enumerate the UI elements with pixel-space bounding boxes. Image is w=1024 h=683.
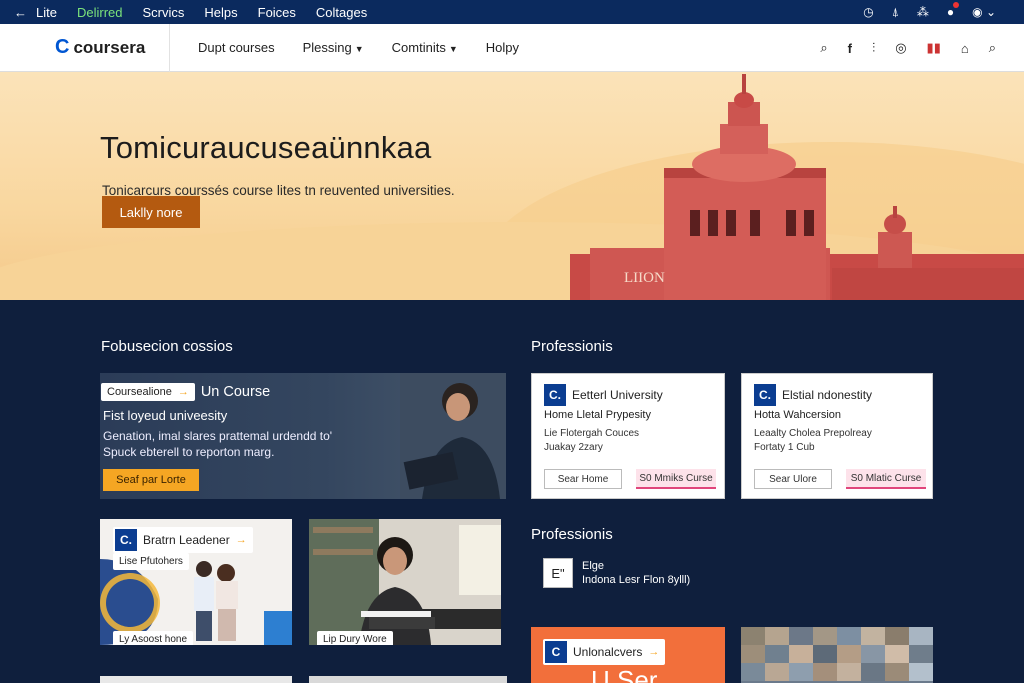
top-link-1[interactable]: Lite [36,5,57,20]
nav-label: Comtinits [391,40,446,55]
sear-more-button[interactable]: Sear Ulore [754,469,832,489]
nav-label: Dupt courses [198,40,275,55]
nav-item-comtinits[interactable]: Comtinits ▼ [392,40,458,55]
course-pill[interactable]: Coursealione → [101,383,195,401]
notification-icon[interactable]: ● [947,2,960,19]
facebook-icon[interactable]: f [848,41,852,56]
chevron-down-icon: ▼ [354,44,364,54]
pill-label: Coursealione [107,386,172,398]
coursera-badge: C. [115,529,137,551]
professional-item[interactable]: E" Elge Indona Lesr Flon 8ylll) [543,558,690,588]
grid-icon[interactable]: ⁂ [917,5,929,19]
nav-item-holpy[interactable]: Holpy [486,40,519,55]
top-link-2[interactable]: Delirred [77,5,123,20]
university-line-1: Hotta Wahcersion [754,409,842,421]
coursera-badge: C [545,641,567,663]
professional-item-title: Elge [582,560,605,572]
next-card-edge [309,676,507,683]
university-card-header: C. Elstial ndonestity [754,384,872,406]
university-line-2b: Fortaty 1 Cub [754,442,815,453]
professional-item-text: Elge Indona Lesr Flon 8ylll) [582,559,690,587]
card-tag-label: Bratrn Leadener [143,533,230,547]
university-card-2[interactable]: C. Elstial ndonestity Hotta Wahcersion L… [741,373,933,499]
top-link-6[interactable]: Coltages [316,5,367,20]
section-title-left: Fobusecion cossios [101,338,233,355]
course-card-music[interactable]: Lip Dury Wore [309,519,501,645]
nav-item-courses[interactable]: Dupt courses [198,40,275,55]
course-link-button[interactable]: S0 Mmiks Curse [636,469,716,489]
student-with-keyboard-image [309,519,501,645]
top-link-5[interactable]: Foices [258,5,296,20]
course-card-leadership[interactable]: C. Bratrn Leadener → Lise Pfutohers Ly A… [100,519,292,645]
top-strip: ← Lite Delirred Scrvics Helps Foices Col… [0,0,1024,24]
university-building-illustration: LIION [570,74,1024,300]
logo-word: coursera [73,37,146,57]
accessibility-icon[interactable]: ⍋ [892,5,899,20]
hero-title: Tomicuraucuseaünnkaa [100,130,432,165]
feature-pill-title: Un Course [200,384,271,400]
course-card-orange[interactable]: C Unlonalcvers → U Ser [531,627,725,683]
stats-icon[interactable]: ▮▮ [927,40,941,56]
feature-description: Genation, imal slares prattemal urdendd … [103,429,333,459]
arrow-right-icon: → [648,646,660,658]
university-line-1: Home Lletal Prypesity [544,409,651,421]
top-link-3[interactable]: Scrvics [142,5,184,20]
top-link-4[interactable]: Helps [204,5,237,20]
site-header: C coursera Dupt courses Plessing ▼ Comtin… [0,23,1024,72]
university-card-1[interactable]: C. Eetterl University Home Lletal Prypes… [531,373,725,499]
top-icons: ◷ ⍋ ⁂ ● ◉ ⌄ [863,0,996,24]
university-line-2a: Leaalty Cholea Prepolreay [754,428,872,439]
coursera-logo[interactable]: C coursera [0,23,170,72]
sear-home-button[interactable]: Sear Home [544,469,622,489]
lock-icon[interactable]: ⌂ [961,41,969,56]
globe-icon[interactable]: ◎ [895,40,906,56]
search-icon[interactable]: ⌕ [989,40,996,56]
arrow-left-icon[interactable]: ← [14,5,36,20]
feature-header: Coursealione → Un Course [101,383,270,401]
building-sign: LIION [624,270,665,286]
university-line-2: Leaalty Cholea Prepolreay Fortaty 1 Cub [754,427,872,455]
nav-label: Holpy [485,40,520,55]
feature-title: Fist loyeud univeesity [103,408,228,423]
search-icon[interactable]: ⌕ [820,40,827,56]
card-tag: C Unlonalcvers → [543,639,666,665]
nav-item-plessing[interactable]: Plessing ▼ [303,40,364,55]
professional-item-subtitle: Indona Lesr Flon 8ylll) [582,574,691,586]
hero-banner: Tomicuraucuseaünnkaa Tonicarcurs courssé… [0,72,1024,300]
orange-card-headline: U Ser [591,665,658,683]
logo-mark: C [55,36,70,58]
university-line-2b: Juakay 2zary [544,442,603,453]
featured-course-card[interactable]: Coursealione → Un Course Fist loyeud univ… [100,373,506,499]
university-line-2a: Lie Flotergah Couces [544,428,640,439]
section-title-right-2: Professionis [531,526,613,543]
arrow-right-icon: → [235,534,247,546]
hero-cta-button[interactable]: Laklly nore [102,196,200,228]
document-icon: E" [543,558,573,588]
card-chip-top: Lise Pfutohers [113,553,189,570]
chart-icon[interactable]: ⫶ [872,40,875,56]
card-chip-bottom[interactable]: Lip Dury Wore [317,631,393,645]
next-card-edge [100,676,292,683]
card-tag-label: Unlonalcvers [573,645,643,659]
profile-icon[interactable]: ◉ ⌄ [972,5,996,19]
clock-icon[interactable]: ◷ [863,5,873,19]
university-card-header: C. Eetterl University [544,384,663,406]
coursera-badge: C. [544,384,566,406]
main-nav: Dupt courses Plessing ▼ Comtinits ▼ Holpy [198,40,519,55]
nav-label: Plessing [302,40,352,55]
university-name: Eetterl University [572,388,663,402]
university-line-2: Lie Flotergah Couces Juakay 2zary [544,427,639,455]
chevron-down-icon: ▼ [448,44,458,54]
course-link-button[interactable]: S0 Mlatic Curse [846,469,926,489]
arrow-right-icon: → [177,386,189,398]
person-with-laptop-image [400,373,506,499]
section-title-right: Professionis [531,338,613,355]
card-tag: C. Bratrn Leadener → [113,527,253,553]
header-icons: ⌕ f ⫶ ◎ ▮▮ ⌂ ⌕ [820,24,996,72]
university-name: Elstial ndonestity [782,388,873,402]
people-collage-image[interactable] [741,627,933,683]
feature-button[interactable]: Seaf par Lorte [103,469,199,491]
coursera-badge: C. [754,384,776,406]
card-chip-bottom[interactable]: Ly Asoost hone [113,631,194,645]
